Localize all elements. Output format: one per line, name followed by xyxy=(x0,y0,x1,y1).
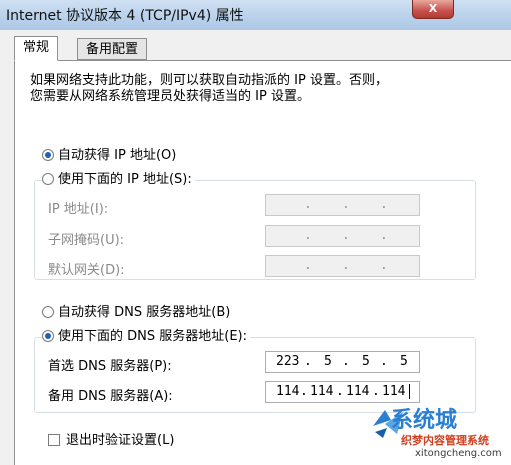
subnet-mask-input[interactable]: ... xyxy=(265,225,420,247)
preferred-dns-octet-4: 5 xyxy=(400,354,408,369)
watermark-title: 系统城 xyxy=(391,408,458,433)
preferred-dns-octet-1: 223 xyxy=(276,354,300,369)
description-line-2: 您需要从网络系统管理员处获得适当的 IP 设置。 xyxy=(30,89,310,104)
subnet-mask-label: 子网掩码(U): xyxy=(48,233,125,248)
description-line-1: 如果网络支持此功能，则可以获取自动指派的 IP 设置。否则， xyxy=(30,73,388,88)
ip-auto-label: 自动获得 IP 地址(O) xyxy=(58,148,177,163)
alternate-dns-octet-1: 114 xyxy=(276,384,300,399)
close-button[interactable]: X xyxy=(412,0,454,19)
radio-selected-icon xyxy=(42,329,54,342)
alternate-dns-label: 备用 DNS 服务器(A): xyxy=(48,389,173,404)
dns-manual-radio[interactable]: 使用下面的 DNS 服务器地址(E): xyxy=(42,328,250,346)
preferred-dns-octet-2: 5 xyxy=(324,354,332,369)
ip-manual-radio[interactable]: 使用下面的 IP 地址(S): xyxy=(42,171,195,189)
ip-address-input[interactable]: ... xyxy=(265,194,420,216)
validate-on-exit-checkbox[interactable]: 退出时验证设置(L) xyxy=(48,432,174,450)
ip-auto-radio[interactable]: 自动获得 IP 地址(O) xyxy=(42,147,176,165)
radio-selected-icon xyxy=(42,148,54,161)
tab-alternate-config[interactable]: 备用配置 xyxy=(77,38,148,60)
watermark-subtitle: 织梦内容管理系统 xyxy=(401,434,489,447)
ip-manual-label: 使用下面的 IP 地址(S): xyxy=(58,172,192,187)
dns-auto-radio[interactable]: 自动获得 DNS 服务器地址(B) xyxy=(42,304,230,322)
preferred-dns-input[interactable]: 223 . 5 . 5 . 5 xyxy=(265,351,420,373)
default-gateway-input[interactable]: ... xyxy=(265,255,420,277)
title-bar: Internet 协议版本 4 (TCP/IPv4) 属性 X xyxy=(0,0,511,30)
ip-address-label: IP 地址(I): xyxy=(48,202,109,217)
preferred-dns-octet-3: 5 xyxy=(362,354,370,369)
dns-auto-label: 自动获得 DNS 服务器地址(B) xyxy=(58,305,231,320)
alternate-dns-octet-2: 114 xyxy=(310,384,334,399)
site-watermark: 系统城 织梦内容管理系统 xitongcheng.com xyxy=(355,398,511,465)
alternate-dns-octet-3: 114 xyxy=(346,384,370,399)
validate-on-exit-label: 退出时验证设置(L) xyxy=(66,433,175,448)
radio-unselected-icon xyxy=(42,172,54,185)
text-cursor xyxy=(409,384,410,399)
window-title: Internet 协议版本 4 (TCP/IPv4) 属性 xyxy=(6,8,244,24)
description-text: 如果网络支持此功能，则可以获取自动指派的 IP 设置。否则， 您需要从网络系统管… xyxy=(30,73,388,105)
tab-general[interactable]: 常规 xyxy=(14,36,59,61)
watermark-url: xitongcheng.com xyxy=(415,448,502,459)
preferred-dns-label: 首选 DNS 服务器(P): xyxy=(48,359,172,374)
checkbox-icon xyxy=(48,433,60,446)
default-gateway-label: 默认网关(D): xyxy=(48,263,125,278)
radio-unselected-icon xyxy=(42,305,54,318)
dns-manual-label: 使用下面的 DNS 服务器地址(E): xyxy=(58,329,247,344)
alternate-dns-octet-4: 114 xyxy=(382,384,406,399)
